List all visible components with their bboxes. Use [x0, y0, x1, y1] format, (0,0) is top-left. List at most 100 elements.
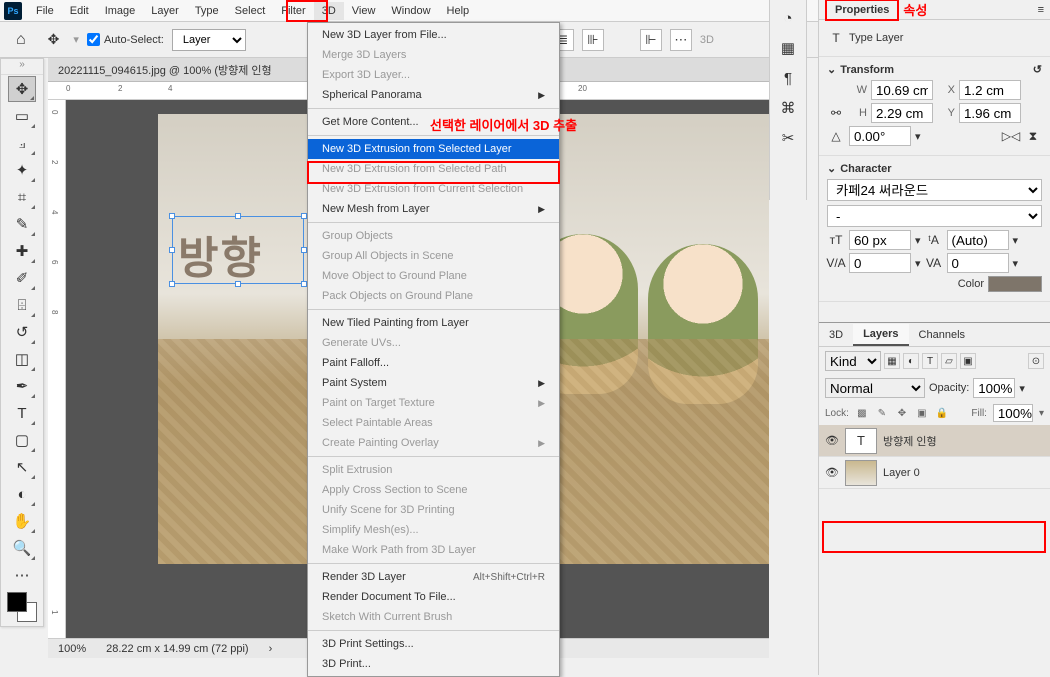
va-input[interactable] — [849, 253, 911, 273]
layer-row[interactable]: 👁 Layer 0 — [819, 457, 1050, 489]
font-size-input[interactable] — [849, 230, 911, 250]
lock-pos-icon[interactable]: ✥ — [895, 406, 909, 420]
panel-tab-layers[interactable]: Layers — [853, 324, 908, 346]
menu-edit[interactable]: Edit — [62, 2, 97, 20]
collapse-icon[interactable]: ⌄ — [827, 162, 836, 175]
move-tool-icon[interactable]: ✥ — [42, 29, 66, 50]
filter-type-icon[interactable]: T — [922, 353, 938, 369]
zoom-level[interactable]: 100% — [58, 643, 86, 655]
distribute-icon[interactable]: ⊩ — [640, 29, 662, 51]
filter-smart-icon[interactable]: ▣ — [960, 353, 976, 369]
properties-tab[interactable]: Properties — [825, 0, 899, 21]
toolbox-collapse-icon[interactable]: » — [1, 59, 43, 75]
move-tool[interactable]: ✥ — [8, 76, 36, 102]
flip-v-icon[interactable]: ⧗ — [1024, 127, 1042, 145]
menu-select[interactable]: Select — [227, 2, 274, 20]
lock-paint-icon[interactable]: ✎ — [875, 406, 889, 420]
layer-thumb[interactable] — [845, 460, 877, 486]
align-right-icon[interactable]: ⊪ — [582, 29, 604, 51]
zoom-tool[interactable]: 🔍 — [8, 535, 36, 561]
text-color-swatch[interactable] — [988, 276, 1042, 292]
menu-file[interactable]: File — [28, 2, 62, 20]
opacity-input[interactable] — [973, 378, 1015, 398]
layer-kind-filter[interactable]: Kind — [825, 351, 881, 371]
angle-input[interactable] — [849, 126, 911, 146]
menu-item[interactable]: Render 3D LayerAlt+Shift+Ctrl+R — [308, 567, 559, 587]
filter-adjust-icon[interactable]: ◐ — [903, 353, 919, 369]
menu-item[interactable]: Paint System▶ — [308, 373, 559, 393]
filter-shape-icon[interactable]: ▱ — [941, 353, 957, 369]
menu-item[interactable]: New 3D Extrusion from Selected Layer — [308, 139, 559, 159]
fill-input[interactable] — [993, 404, 1033, 422]
blend-mode-select[interactable]: Normal — [825, 378, 925, 398]
eyedropper-tool[interactable]: ✎ — [8, 211, 36, 237]
flip-h-icon[interactable]: ▷◁ — [1002, 127, 1020, 145]
history-brush-tool[interactable]: ↺ — [8, 319, 36, 345]
font-style-select[interactable]: - — [827, 205, 1042, 227]
menu-layer[interactable]: Layer — [143, 2, 187, 20]
crop-tool[interactable]: ⌗ — [8, 184, 36, 210]
brush-tool[interactable]: ✐ — [8, 265, 36, 291]
link-icon[interactable]: ⚯ — [827, 104, 845, 122]
type-tool[interactable]: T — [8, 400, 36, 426]
menu-item[interactable]: New 3D Layer from File... — [308, 25, 559, 45]
menu-item[interactable]: 3D Print... — [308, 654, 559, 674]
menu-window[interactable]: Window — [383, 2, 438, 20]
lock-trans-icon[interactable]: ▩ — [855, 406, 869, 420]
menu-item[interactable]: Spherical Panorama▶ — [308, 85, 559, 105]
edit-toolbar[interactable]: ⋯ — [8, 562, 36, 588]
glyphs-icon[interactable]: ⌘ — [774, 96, 802, 120]
swatches-icon[interactable]: ▦ — [774, 36, 802, 60]
reset-icon[interactable]: ↺ — [1033, 63, 1042, 76]
panel-tab-3d[interactable]: 3D — [819, 325, 853, 345]
tracking-input[interactable] — [947, 253, 1009, 273]
menu-type[interactable]: Type — [187, 2, 227, 20]
home-icon[interactable]: ⌂ — [8, 27, 34, 53]
brushes-icon[interactable]: ✂ — [774, 126, 802, 150]
layer-thumb[interactable]: T — [845, 428, 877, 454]
filter-pixel-icon[interactable]: ▦ — [884, 353, 900, 369]
panel-tab-channels[interactable]: Channels — [909, 325, 975, 345]
auto-select-target[interactable]: Layer — [172, 29, 246, 51]
path-select-tool[interactable]: ↖ — [8, 454, 36, 480]
history-icon[interactable]: ◔ — [774, 6, 802, 30]
menu-view[interactable]: View — [344, 2, 384, 20]
menu-image[interactable]: Image — [97, 2, 144, 20]
menu-item[interactable]: Render Document To File... — [308, 587, 559, 607]
hand-tool[interactable]: ✋ — [8, 508, 36, 534]
lasso-tool[interactable]: ⟓ — [8, 130, 36, 156]
visibility-icon[interactable]: 👁 — [825, 466, 839, 479]
stamp-tool[interactable]: ⌹ — [8, 292, 36, 318]
lock-all-icon[interactable]: 🔒 — [935, 406, 949, 420]
paragraph-icon[interactable]: ¶ — [774, 66, 802, 90]
menu-item[interactable]: Paint Falloff... — [308, 353, 559, 373]
eraser-tool[interactable]: ◫ — [8, 346, 36, 372]
auto-select-checkbox[interactable]: Auto-Select: — [87, 33, 164, 46]
text-layer-selection[interactable]: 방향 — [178, 222, 298, 278]
width-input[interactable] — [871, 80, 933, 100]
ruler-vertical[interactable]: 024681 — [48, 100, 66, 658]
menu-item[interactable]: New Mesh from Layer▶ — [308, 199, 559, 219]
visibility-icon[interactable]: 👁 — [825, 434, 839, 447]
more-options-icon[interactable]: ⋯ — [670, 29, 692, 51]
quick-select-tool[interactable]: ✦ — [8, 157, 36, 183]
y-input[interactable] — [959, 103, 1021, 123]
healing-tool[interactable]: ✚ — [8, 238, 36, 264]
marquee-tool[interactable]: ▭ — [8, 103, 36, 129]
height-input[interactable] — [871, 103, 933, 123]
color-swatches[interactable] — [7, 592, 37, 622]
lock-nest-icon[interactable]: ▣ — [915, 406, 929, 420]
menu-item[interactable]: New Tiled Painting from Layer — [308, 313, 559, 333]
menu-help[interactable]: Help — [439, 2, 478, 20]
layer-row[interactable]: 👁 T 방향제 인형 — [819, 425, 1050, 457]
gradient-tool[interactable]: ◐ — [8, 481, 36, 507]
pen-tool[interactable]: ✒ — [8, 373, 36, 399]
font-family-select[interactable]: 카페24 써라운드 — [827, 179, 1042, 201]
panel-menu-icon[interactable]: ≡ — [1038, 4, 1044, 16]
filter-toggle-icon[interactable]: ⊙ — [1028, 353, 1044, 369]
shape-tool[interactable]: ▢ — [8, 427, 36, 453]
menu-item[interactable]: 3D Print Settings... — [308, 634, 559, 654]
x-input[interactable] — [959, 80, 1021, 100]
collapse-icon[interactable]: ⌄ — [827, 63, 836, 76]
leading-input[interactable] — [947, 230, 1009, 250]
